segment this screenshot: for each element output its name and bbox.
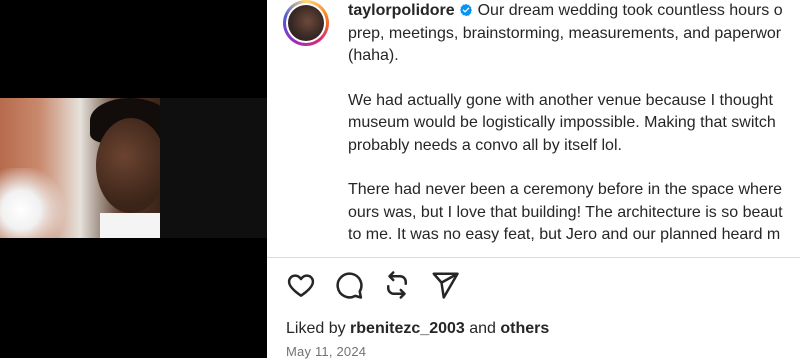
caption-line: museum would be logistically impossible.… [348, 114, 776, 131]
caption: taylorpolidore Our dream wedding took co… [348, 0, 800, 247]
caption-line: prep, meetings, brainstorming, measureme… [348, 24, 782, 42]
likes-conj: and [469, 320, 496, 337]
avatar-ring [286, 3, 326, 43]
liker-username-link[interactable]: rbenitezc_2003 [350, 320, 465, 337]
likes-prefix: Liked by [286, 320, 346, 337]
caption-line: We had actually gone with another venue … [348, 91, 773, 109]
avatar-image [288, 5, 324, 41]
verified-badge-icon [460, 3, 473, 17]
bride-face [96, 118, 166, 213]
avatar[interactable] [283, 0, 329, 46]
send-icon[interactable] [430, 270, 460, 300]
divider [267, 257, 800, 258]
caption-line: (haha). [348, 47, 399, 64]
username-link[interactable]: taylorpolidore [348, 2, 455, 19]
likes-summary: Liked by rbenitezc_2003 and others [286, 320, 549, 338]
post-panel: taylorpolidore Our dream wedding took co… [267, 0, 800, 359]
caption-line-1: taylorpolidore Our dream wedding took co… [348, 0, 800, 23]
flowers-decor [0, 168, 70, 238]
groom-suit [160, 98, 267, 238]
post-media[interactable] [0, 0, 267, 358]
comment-icon[interactable] [334, 270, 364, 300]
heart-icon[interactable] [286, 270, 316, 300]
post-date[interactable]: May 11, 2024 [286, 344, 366, 359]
repost-icon[interactable] [382, 270, 412, 300]
others-link[interactable]: others [500, 320, 549, 337]
caption-line: probably needs a convo all by itself lol… [348, 136, 622, 154]
caption-text: Our dream wedding took countless hours o [477, 2, 783, 19]
caption-line: There had never been a ceremony before i… [348, 181, 783, 198]
caption-line: to me. It was no easy feat, but Jero and… [348, 226, 781, 243]
wedding-photo [0, 98, 267, 238]
caption-line: ours was, but I love that building! The … [348, 203, 783, 221]
